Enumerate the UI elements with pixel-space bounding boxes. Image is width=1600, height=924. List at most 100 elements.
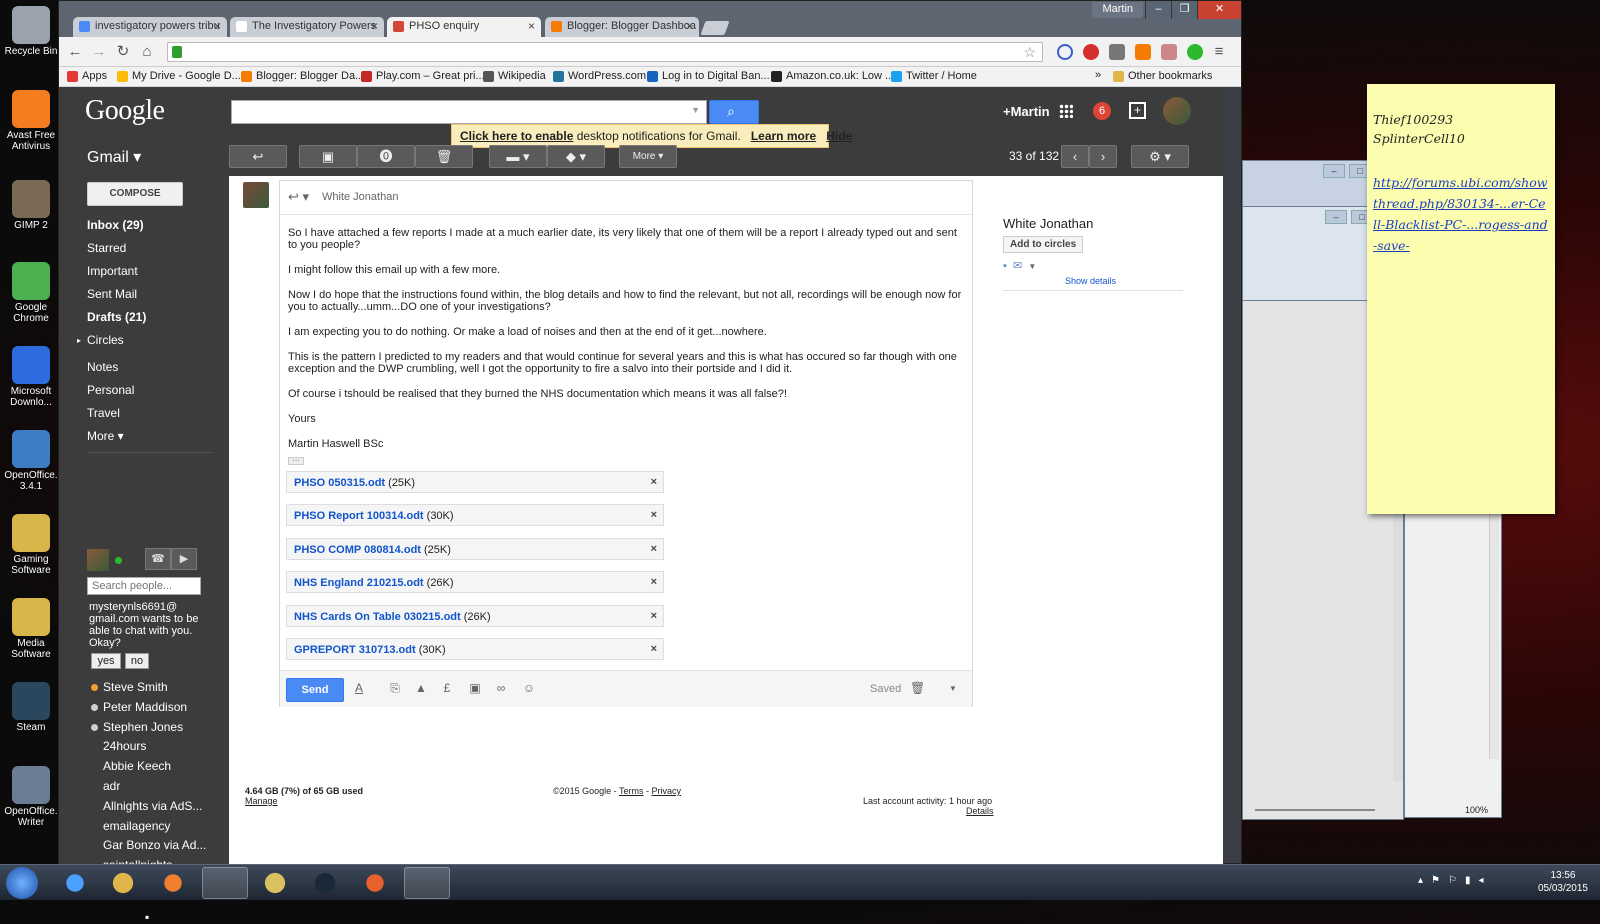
address-bar[interactable]: ☆ — [167, 42, 1043, 62]
insert-photo-icon[interactable]: ▣ — [468, 682, 482, 696]
wallet-icon[interactable]: £ — [440, 682, 454, 696]
desktop-icon[interactable]: Recycle Bin — [0, 6, 62, 57]
add-to-circles-button[interactable]: Add to circles — [1003, 236, 1084, 253]
sidebar-item[interactable]: Circles — [87, 333, 124, 347]
remove-attachment-icon[interactable]: × — [651, 643, 657, 655]
terms-link[interactable]: Terms — [619, 786, 644, 796]
start-button[interactable] — [6, 867, 38, 899]
more-options-icon[interactable]: ▼ — [946, 682, 960, 696]
video-button[interactable]: ▶ — [171, 548, 197, 570]
emoji-icon[interactable]: ☺ — [522, 682, 536, 696]
enable-notifications-link[interactable]: Click here to enable — [460, 129, 573, 143]
chat-contact[interactable]: Stephen Jones — [103, 720, 183, 734]
attachment-chip[interactable]: PHSO Report 100314.odt (30K) × — [286, 504, 664, 527]
bookmark-item[interactable]: Twitter / Home — [891, 70, 977, 82]
home-button[interactable]: ⌂ — [137, 42, 157, 62]
clock[interactable]: 13:56 05/03/2015 — [1538, 869, 1588, 895]
taskbar-folder-icon[interactable] — [252, 867, 298, 899]
browser-tab[interactable]: The Investigatory Powers × — [230, 17, 384, 37]
remove-attachment-icon[interactable]: × — [651, 543, 657, 555]
sidebar-item[interactable]: Personal — [87, 383, 134, 397]
bookmark-item[interactable]: Other bookmarks — [1113, 70, 1212, 82]
attachment-name[interactable]: PHSO 050315.odt — [294, 477, 385, 489]
chat-invite-no-button[interactable]: no — [125, 653, 149, 669]
reply-icon[interactable]: ↩ ▾ — [288, 189, 309, 205]
attachment-name[interactable]: GPREPORT 310713.odt — [294, 644, 416, 656]
back-button[interactable]: ← — [65, 42, 85, 62]
remove-attachment-icon[interactable]: × — [651, 509, 657, 521]
minimize-button[interactable]: – — [1145, 1, 1171, 19]
desktop-icon[interactable]: OpenOffice. 3.4.1 — [0, 430, 62, 492]
taskbar-writer-icon[interactable] — [404, 867, 450, 899]
sidebar-item[interactable]: Inbox (29) — [87, 218, 144, 232]
profile-name[interactable]: Martin — [1092, 2, 1143, 18]
taskbar-audio-icon[interactable] — [352, 867, 398, 899]
learn-more-link[interactable]: Learn more — [751, 129, 816, 143]
hide-link[interactable]: Hide — [826, 129, 852, 143]
sticky-link[interactable]: http://forums.ubi.com/showthread.php/830… — [1373, 172, 1549, 256]
attachment-chip[interactable]: GPREPORT 310713.odt (30K) × — [286, 638, 664, 660]
close-tab-icon[interactable]: × — [214, 19, 221, 33]
chat-avatar[interactable] — [87, 549, 109, 571]
menu-icon[interactable]: ≡ — [1209, 42, 1229, 62]
privacy-link[interactable]: Privacy — [652, 786, 682, 796]
show-trimmed-content-button[interactable]: ··· — [288, 457, 304, 465]
archive-button[interactable]: ▣ — [299, 145, 357, 168]
bookmarks-overflow[interactable]: » — [1095, 69, 1101, 81]
share-icon[interactable]: + — [1129, 102, 1146, 119]
chat-contact[interactable]: adr — [103, 779, 120, 793]
insert-link-icon[interactable]: ∞ — [494, 682, 508, 696]
back-to-inbox-button[interactable]: ↩ — [229, 145, 287, 168]
bookmark-item[interactable]: Log in to Digital Ban... — [647, 70, 770, 82]
more-actions-button[interactable]: More ▾ — [619, 145, 677, 168]
browser-tab[interactable]: PHSO enquiry × — [387, 17, 541, 37]
blogger-extension-icon[interactable] — [1135, 44, 1151, 60]
forward-button[interactable]: → — [89, 42, 109, 62]
attachment-chip[interactable]: NHS Cards On Table 030215.odt (26K) × — [286, 604, 664, 627]
sticky-note[interactable]: Thief100293 SplinterCell10 http://forums… — [1367, 84, 1555, 514]
chat-icon[interactable]: ▪ — [1003, 260, 1007, 272]
download-extension-icon[interactable] — [1161, 44, 1177, 60]
close-window-button[interactable]: ✕ — [1197, 1, 1241, 19]
desktop-icon[interactable]: Gaming Software — [0, 514, 62, 576]
online-status-icon[interactable] — [115, 557, 122, 564]
chat-contact[interactable]: Gar Bonzo via Ad... — [103, 838, 206, 852]
attachment-name[interactable]: PHSO Report 100314.odt — [294, 510, 424, 522]
chat-contact[interactable]: emailagency — [103, 819, 170, 833]
bookmark-item[interactable]: Amazon.co.uk: Low ... — [771, 70, 894, 82]
maximize-button[interactable]: ❐ — [1171, 1, 1197, 19]
close-tab-icon[interactable]: × — [528, 19, 535, 33]
chat-bubble-icon[interactable]: ▪ — [145, 910, 149, 924]
activity-details-link[interactable]: Details — [966, 806, 994, 816]
attachment-name[interactable]: NHS Cards On Table 030215.odt — [294, 611, 461, 623]
manage-storage-link[interactable]: Manage — [245, 796, 278, 806]
chat-contact[interactable]: 24hours — [103, 739, 146, 753]
bookmark-item[interactable]: Play.com – Great pri... — [361, 70, 485, 82]
bookmark-item[interactable]: WordPress.com — [553, 70, 646, 82]
bookmark-item[interactable]: Apps — [67, 70, 107, 82]
taskbar-explorer-icon[interactable] — [100, 867, 146, 899]
desktop-icon[interactable]: Microsoft Downlo... — [0, 346, 62, 408]
chat-contact[interactable]: Abbie Keech — [103, 759, 171, 773]
desktop-icon[interactable]: GIMP 2 — [0, 180, 62, 231]
move-to-button[interactable]: ▬ ▾ — [489, 145, 547, 168]
bookmark-item[interactable]: Blogger: Blogger Da... — [241, 70, 364, 82]
remove-attachment-icon[interactable]: × — [651, 476, 657, 488]
close-tab-icon[interactable]: × — [686, 19, 693, 33]
reply-recipient-row[interactable]: ↩ ▾ White Jonathan — [280, 181, 972, 215]
sidebar-item[interactable]: Sent Mail — [87, 287, 137, 301]
phone-button[interactable]: ☎ — [145, 548, 171, 570]
older-button[interactable]: › — [1089, 145, 1117, 168]
chevron-down-icon[interactable]: ▼ — [691, 105, 700, 115]
gmail-menu[interactable]: Gmail ▾ — [87, 147, 141, 167]
email-icon[interactable]: ✉ — [1013, 260, 1022, 272]
sidebar-item[interactable]: Drafts (21) — [87, 310, 146, 324]
zoom-slider[interactable] — [1255, 809, 1375, 811]
attach-file-icon[interactable]: ⎘ — [388, 682, 402, 696]
browser-tab[interactable]: investigatory powers tribu × — [73, 17, 227, 37]
reply-recipient[interactable]: White Jonathan — [322, 191, 398, 203]
close-tab-icon[interactable]: × — [371, 19, 378, 33]
show-details-link[interactable]: Show details — [1065, 276, 1183, 286]
send-button[interactable]: Send — [286, 678, 344, 702]
new-tab-button[interactable] — [700, 21, 730, 35]
